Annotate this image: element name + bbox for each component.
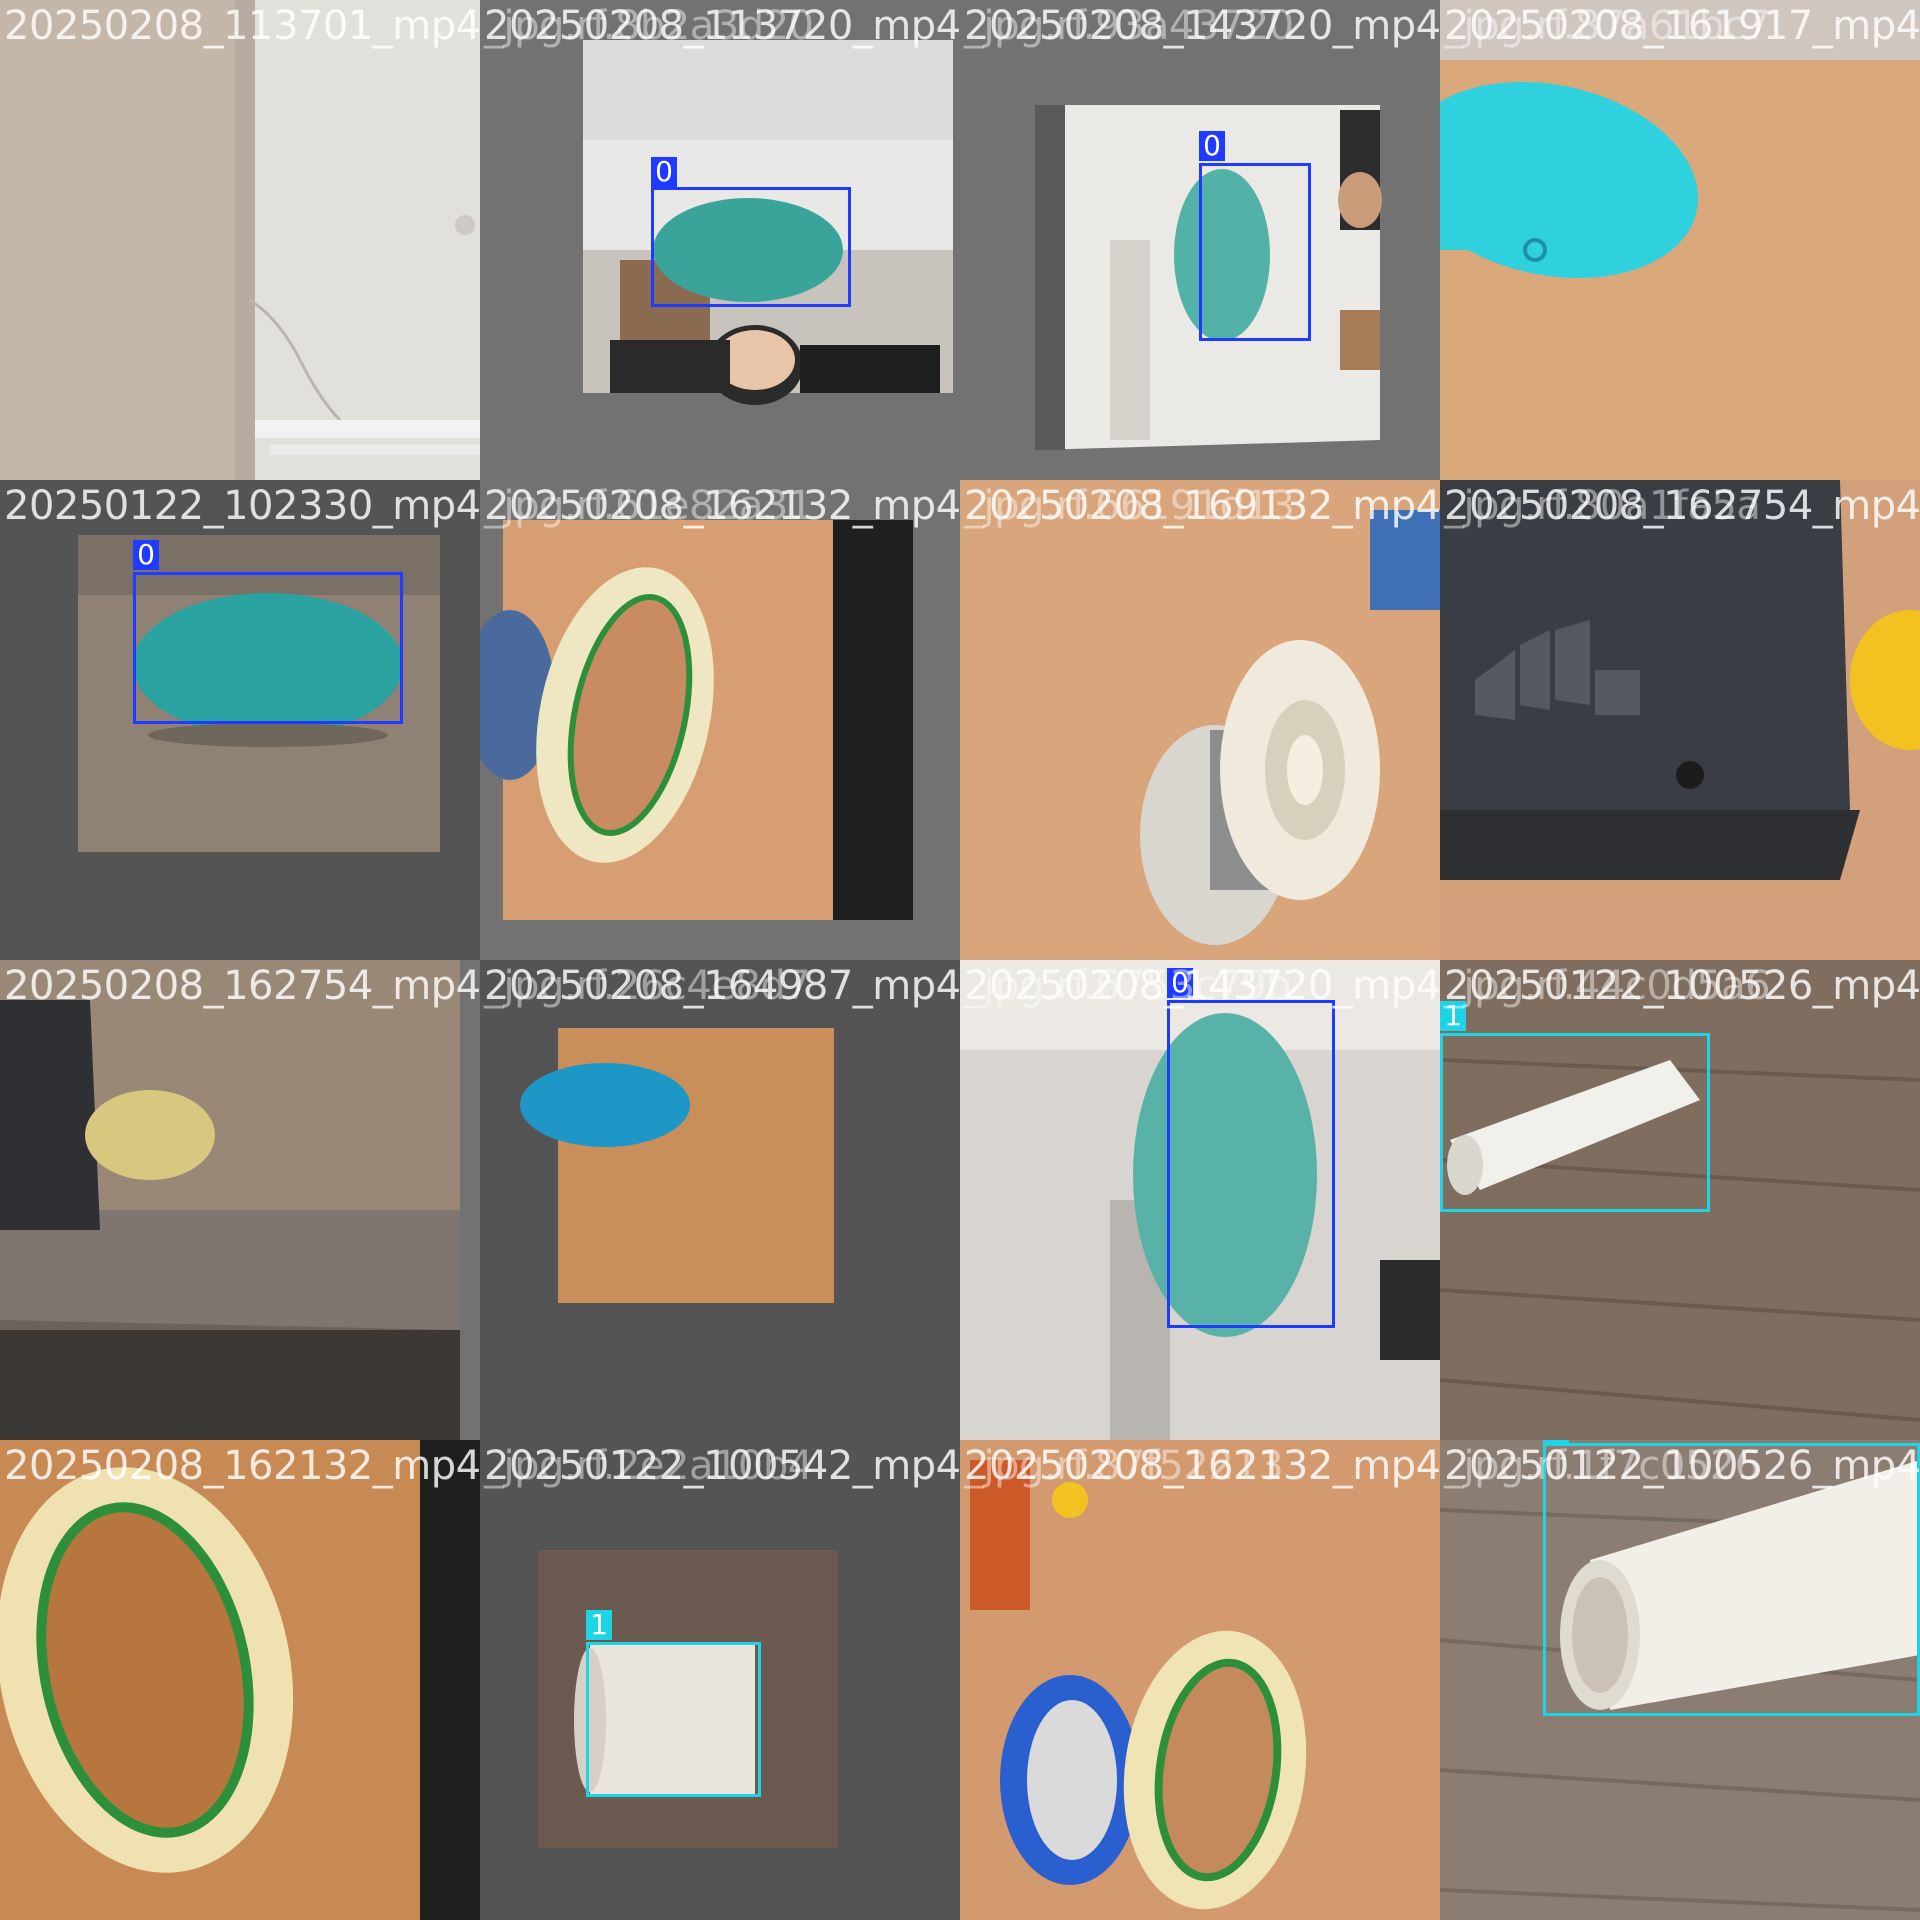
tile-tablet: 20250208_162754_mp4-037 _jpg.rf.80a1fa5a <box>1440 480 1920 960</box>
tile-caption-overlap: _jpg.rf.66191d13 <box>964 483 1295 529</box>
photo-tape-closeup <box>0 1440 480 1920</box>
photo-two-tapes <box>960 1440 1440 1920</box>
tile-caption: 20250208_113701_mp4-011 <box>4 3 480 49</box>
photo-wall-corner <box>0 0 480 480</box>
tile-pipe-floor: 1 20250122_100526_mp4-011 _jpg.rf.1f7c05… <box>1440 1440 1920 1920</box>
bbox-class-1 <box>586 1642 761 1797</box>
tile-caption-overlap: _jpg.rf.61e82a31 <box>484 483 813 529</box>
bbox-label-1: 1 <box>586 1610 612 1640</box>
tile-ball-rotated: 0 20250208_143720_mp4-005 _jpg.rf.93a437… <box>960 0 1440 480</box>
tile-egg: 20250208_162754_mp4-046 <box>0 960 480 1440</box>
tile-caption-overlap: _jpg.rf.26c4e8d7 <box>484 963 811 1009</box>
tile-mouse-small: 20250208_164987_mp4-019 _jpg.rf.26c4e8d7 <box>480 960 960 1440</box>
mosaic-grid: 20250208_113701_mp4-011 0 20250208_11372… <box>0 0 1920 1920</box>
tile-pipe: 1 20250122_100526_mp4-007 _jpg.rf.44c0d5… <box>1440 960 1920 1440</box>
tile-caption-overlap: _jpg.rf.8b2a3d20 <box>484 3 814 49</box>
tile-caption: 20250208_162754_mp4-046 <box>4 963 480 1009</box>
tile-wall-corner: 20250208_113701_mp4-011 <box>0 0 480 480</box>
photo-mouse-small <box>480 960 960 1440</box>
bbox-class-0 <box>1167 1000 1335 1328</box>
bbox-label-0: 0 <box>651 157 677 187</box>
tile-caption-overlap: _jpg.rf.2e2a10b4 <box>484 1443 813 1489</box>
tile-caption-overlap: _jpg.rf.80a1fa5a <box>1444 483 1761 529</box>
tile-ball-tall: 0 20250208_143720_mp4-006 _jpg.rf.6753c7… <box>960 960 1440 1440</box>
tile-caption-overlap: _jpg.rf.6753c79b <box>964 963 1292 1009</box>
tile-mouse: 20250208_161917_mp4-042 _jpg.rf.87a61bc7 <box>1440 0 1920 480</box>
bbox-class-0 <box>1199 163 1311 341</box>
tile-tape-closeup: 20250208_162132_mp4-005 <box>0 1440 480 1920</box>
tile-caption-overlap: _jpg.rf.1f7c0526 <box>1444 1443 1760 1489</box>
tile-wire-spool: 20250208_169132_mp4-017 _jpg.rf.66191d13 <box>960 480 1440 960</box>
photo-tablet <box>1440 480 1920 960</box>
bbox-class-1 <box>1440 1033 1710 1212</box>
tile-caption-overlap: _jpg.rf.87f52213 <box>964 1443 1284 1489</box>
photo-egg <box>0 960 480 1440</box>
tile-two-tapes: 20250208_162132_mp4-006 _jpg.rf.87f52213 <box>960 1440 1440 1920</box>
bbox-class-0 <box>133 572 403 724</box>
photo-tape-roll <box>480 480 960 960</box>
tile-tape-roll: 20250208_162132_mp4-033 _jpg.rf.61e82a31 <box>480 480 960 960</box>
bbox-label-0: 0 <box>1199 131 1225 161</box>
tile-ball-floor: 0 20250122_102330_mp4-084 <box>0 480 480 960</box>
tile-caption-overlap: _jpg.rf.44c0d5a6 <box>1444 963 1771 1009</box>
tile-caption: 20250122_102330_mp4-084 <box>4 483 480 529</box>
tile-caption: 20250208_162132_mp4-005 <box>4 1443 480 1489</box>
bbox-class-0 <box>651 187 851 307</box>
tile-ball-held: 0 20250208_113720_mp4-013 _jpg.rf.8b2a3d… <box>480 0 960 480</box>
bbox-label-0: 0 <box>133 540 159 570</box>
tile-caption-overlap: _jpg.rf.87a61bc7 <box>1444 3 1771 49</box>
photo-mouse <box>1440 0 1920 480</box>
photo-wire-spool <box>960 480 1440 960</box>
tile-pipe-segment: 1 20250122_100542_mp4-008 _jpg.rf.2e2a10… <box>480 1440 960 1920</box>
tile-caption-overlap: _jpg.rf.93a43720 <box>964 3 1294 49</box>
